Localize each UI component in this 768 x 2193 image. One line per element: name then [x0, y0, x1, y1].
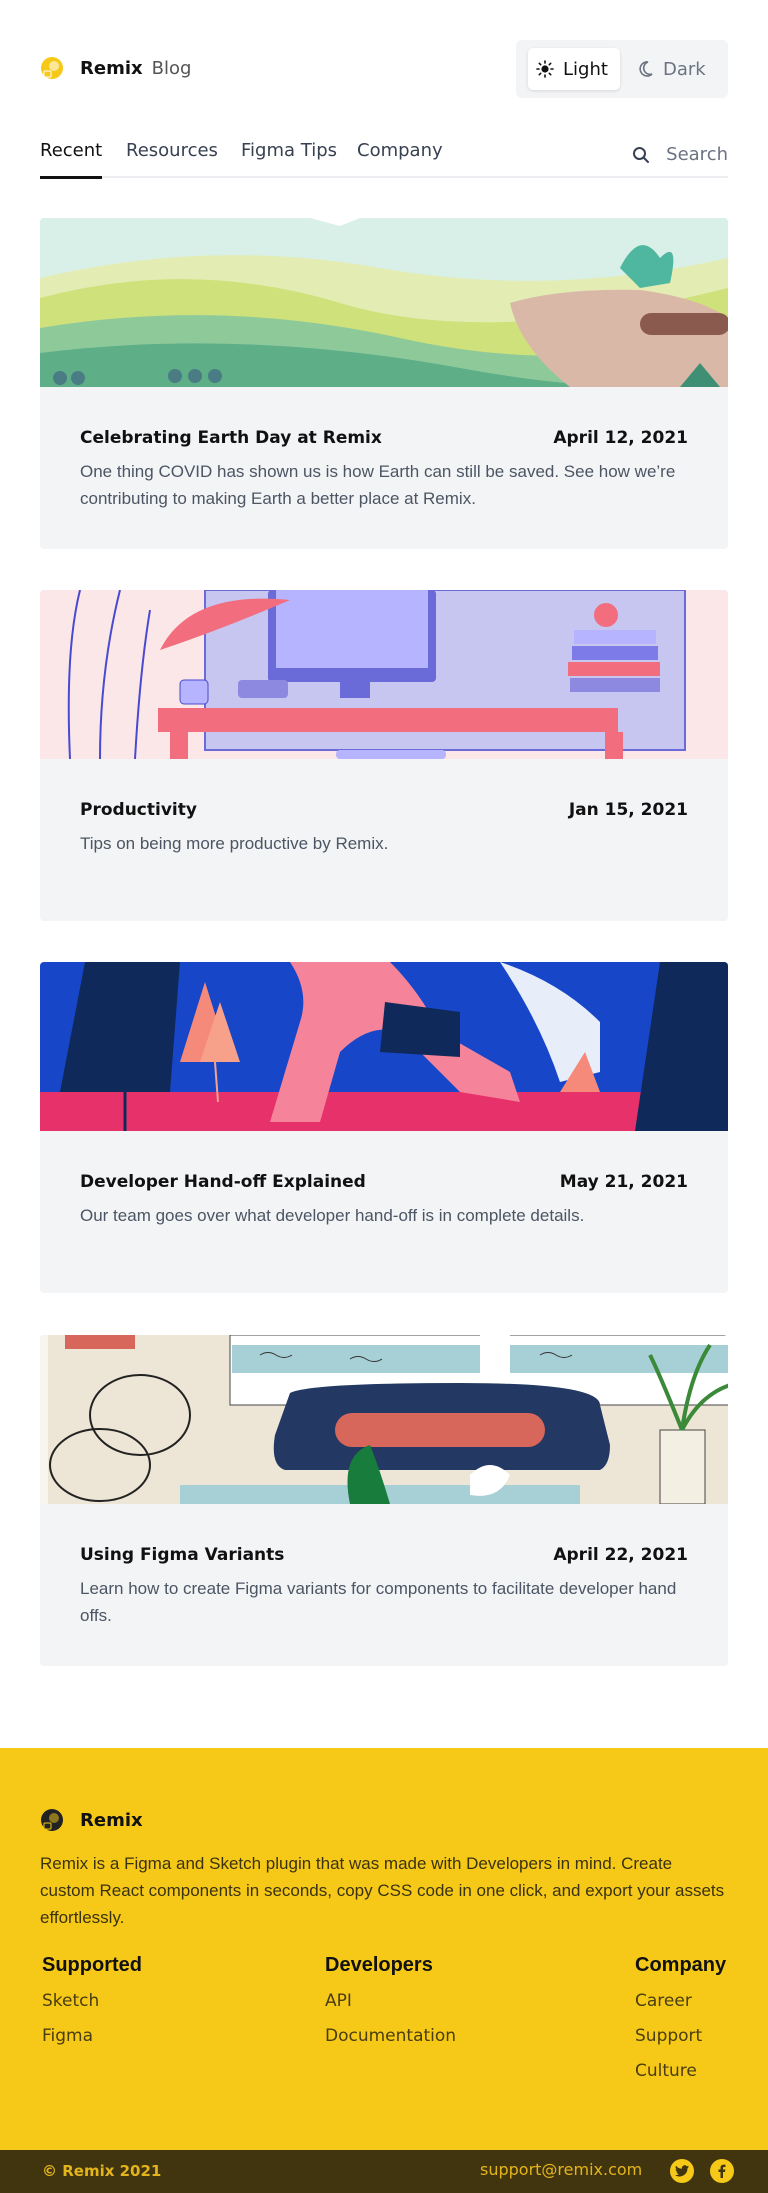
- brand-section: Blog: [151, 57, 192, 79]
- footer-column-title: Supported: [42, 1954, 142, 1976]
- search-label: Search: [666, 144, 728, 165]
- copyright: © Remix 2021: [42, 2162, 162, 2180]
- tab-recent[interactable]: Recent: [40, 140, 103, 179]
- footer-brand-name: Remix: [80, 1809, 143, 1831]
- footer-link-api[interactable]: API: [325, 1991, 456, 2026]
- post-excerpt: Learn how to create Figma variants for c…: [80, 1579, 677, 1625]
- footer-brand[interactable]: Remix: [40, 1808, 143, 1832]
- facebook-icon[interactable]: [710, 2159, 734, 2183]
- post-date: Jan 15, 2021: [568, 800, 688, 820]
- site-footer: Remix Remix is a Figma and Sketch plugin…: [0, 1748, 768, 2150]
- post-excerpt: Our team goes over what developer hand-o…: [80, 1206, 585, 1225]
- post-card[interactable]: Celebrating Earth Day at Remix April 12,…: [40, 218, 728, 549]
- post-title: Using Figma Variants: [80, 1545, 285, 1565]
- tab-resources[interactable]: Resources: [126, 140, 218, 178]
- search-icon: [633, 146, 650, 163]
- tab-figma-tips[interactable]: Figma Tips: [241, 140, 337, 178]
- theme-toggle: Light Dark: [516, 40, 728, 98]
- footer-link-support[interactable]: Support: [635, 2026, 726, 2061]
- category-tabs: Recent Resources Figma Tips Company Sear…: [40, 140, 728, 179]
- footer-link-documentation[interactable]: Documentation: [325, 2026, 456, 2061]
- productivity-illustration: [40, 590, 728, 759]
- post-title: Developer Hand-off Explained: [80, 1172, 366, 1192]
- footer-column-supported: Supported Sketch Figma: [42, 1954, 142, 2061]
- footer-link-figma[interactable]: Figma: [42, 2026, 142, 2061]
- footer-description: Remix is a Figma and Sketch plugin that …: [40, 1854, 725, 1927]
- light-label: Light: [563, 58, 608, 80]
- post-card[interactable]: Developer Hand-off Explained May 21, 202…: [40, 962, 728, 1293]
- light-theme-button[interactable]: Light: [528, 48, 620, 90]
- dark-label: Dark: [663, 58, 706, 80]
- footer-bottom-bar: © Remix 2021 support@remix.com: [0, 2150, 768, 2193]
- moon-icon: [639, 61, 653, 77]
- footer-link-career[interactable]: Career: [635, 1991, 726, 2026]
- post-card[interactable]: Productivity Jan 15, 2021 Tips on being …: [40, 590, 728, 921]
- remix-logo-icon: [41, 57, 63, 79]
- footer-link-sketch[interactable]: Sketch: [42, 1991, 142, 2026]
- post-date: April 22, 2021: [553, 1545, 688, 1565]
- footer-column-company: Company Career Support Culture: [635, 1954, 726, 2096]
- post-title: Celebrating Earth Day at Remix: [80, 428, 382, 448]
- dark-theme-button[interactable]: Dark: [628, 48, 720, 90]
- sun-icon: [536, 60, 554, 78]
- remix-logo-icon: [41, 1809, 63, 1831]
- post-date: April 12, 2021: [553, 428, 688, 448]
- footer-link-culture[interactable]: Culture: [635, 2061, 726, 2096]
- twitter-icon[interactable]: [670, 2159, 694, 2183]
- brand-name: Remix: [80, 57, 143, 79]
- earth-day-illustration: [40, 218, 728, 387]
- developer-handoff-illustration: [40, 962, 728, 1131]
- footer-column-title: Company: [635, 1954, 727, 1976]
- footer-column-title: Developers: [325, 1954, 433, 1976]
- footer-column-developers: Developers API Documentation: [325, 1954, 456, 2061]
- site-header: Remix Blog Light Dark Recent Resources F…: [0, 0, 768, 179]
- support-email-link[interactable]: support@remix.com: [480, 2160, 642, 2179]
- post-card[interactable]: Using Figma Variants April 22, 2021 Lear…: [40, 1335, 728, 1666]
- figma-variants-illustration: [40, 1335, 728, 1504]
- tab-company[interactable]: Company: [357, 140, 443, 178]
- post-excerpt: One thing COVID has shown us is how Eart…: [80, 462, 676, 508]
- search-box[interactable]: Search: [632, 144, 728, 165]
- post-title: Productivity: [80, 800, 197, 820]
- post-date: May 21, 2021: [559, 1172, 688, 1192]
- post-excerpt: Tips on being more productive by Remix.: [80, 834, 389, 853]
- brand[interactable]: Remix Blog: [40, 56, 191, 80]
